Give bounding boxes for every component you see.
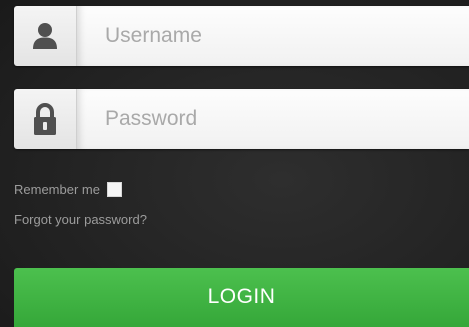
password-input[interactable] xyxy=(77,89,469,149)
login-page: Remember me Forgot your password? LOGIN xyxy=(0,0,469,327)
login-button[interactable]: LOGIN xyxy=(14,268,469,327)
username-input[interactable] xyxy=(77,6,469,66)
remember-me-label: Remember me xyxy=(14,182,100,197)
remember-me-row: Remember me xyxy=(14,182,122,197)
lock-icon xyxy=(14,89,77,149)
username-field xyxy=(14,6,469,66)
forgot-password-link[interactable]: Forgot your password? xyxy=(14,212,147,227)
remember-me-checkbox[interactable] xyxy=(106,182,122,197)
password-field xyxy=(14,89,469,149)
user-icon xyxy=(14,6,77,66)
